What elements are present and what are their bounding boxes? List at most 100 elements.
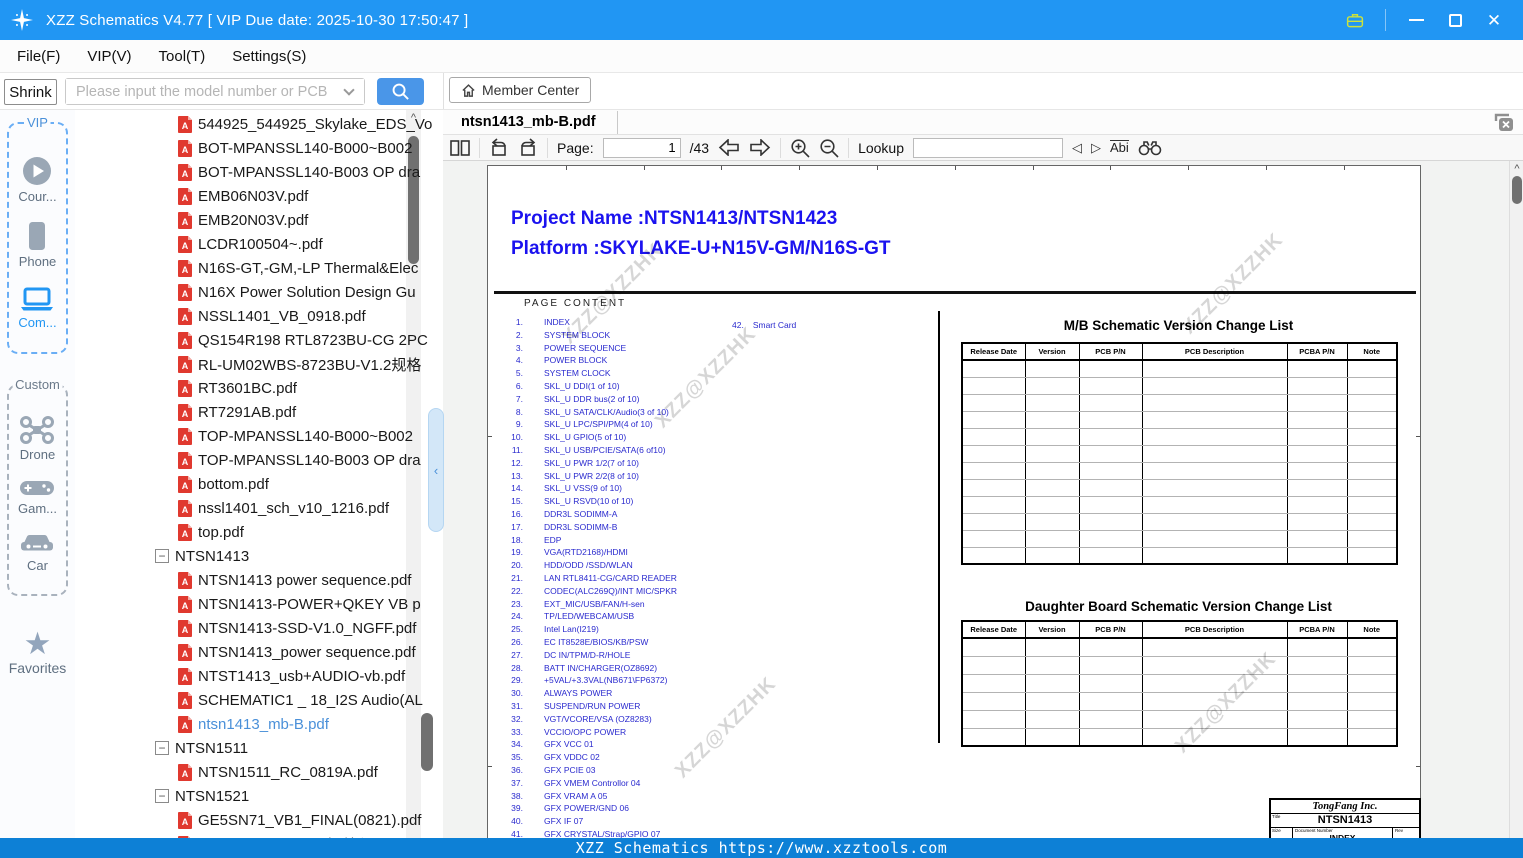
index-row: 26. EC IT8528E/BIOS/KB/PSW [511, 637, 649, 647]
member-center-button[interactable]: Member Center [449, 77, 592, 103]
tree-file[interactable]: A N16S-GT,-GM,-LP Thermal&Elec [178, 256, 418, 280]
tree-file[interactable]: A SCHEMATIC1 _ 18_I2S Audio(AL [178, 688, 423, 712]
rotate-right-icon[interactable] [518, 138, 538, 157]
tree-file[interactable]: A NTSN1413 power sequence.pdf [178, 568, 411, 592]
tree-file[interactable]: A TOP-MPANSSL140-B000~B002 [178, 424, 413, 448]
sidebar-item-favorites[interactable]: ★ Favorites [0, 628, 75, 678]
empty-cell [1287, 728, 1348, 746]
sidebar-item-cour[interactable]: Cour... [18, 155, 57, 204]
sidebar-item-drone[interactable]: Drone [19, 415, 55, 462]
maximize-button[interactable] [1446, 11, 1464, 29]
collapse-toggle-icon[interactable]: − [155, 549, 169, 563]
rotate-left-icon[interactable] [489, 138, 509, 157]
pdf-icon: A [178, 403, 192, 421]
version-table: Release Date Version PCB P/N PCB Descriptio… [961, 620, 1398, 747]
sidebar-item-gam[interactable]: Gam... [18, 477, 57, 516]
tree-file[interactable]: A NTSN1413-SSD-V1.0_NGFF.pdf [178, 616, 416, 640]
pdf-icon: A [178, 379, 192, 397]
tree-file[interactable]: A BOT-MPANSSL140-B003 OP dra [178, 160, 420, 184]
tree-inner-scrollbar-thumb[interactable] [421, 713, 433, 771]
empty-cell [1287, 513, 1348, 531]
index-row: 14. SKL_U VSS(9 of 10) [511, 483, 622, 494]
find-prev-icon[interactable]: ◁ [1072, 140, 1082, 156]
tab-document[interactable]: ntsn1413_mb-B.pdf [461, 114, 596, 130]
page-forward-icon[interactable] [749, 139, 771, 156]
tree-file[interactable]: Atop.pdf [178, 520, 244, 544]
sidebar-item-car[interactable]: Car [19, 531, 55, 573]
find-next-icon[interactable]: ▷ [1091, 140, 1101, 156]
zoom-in-icon[interactable] [790, 138, 810, 158]
menu-item-filef[interactable]: File(F) [17, 48, 60, 65]
tree-file[interactable]: Antsn1413_mb-B.pdf [178, 712, 329, 736]
tree-item-label: NTSN1413-POWER+QKEY VB p [198, 595, 421, 613]
sidebar-collapse-handle[interactable]: ‹ [428, 408, 444, 532]
tree-file[interactable]: A NTST1413_usb+AUDIO-vb.pdf [178, 664, 405, 688]
menu-item-settingss[interactable]: Settings(S) [232, 48, 306, 65]
two-page-view-icon[interactable] [450, 139, 470, 156]
lookup-input[interactable] [913, 137, 1063, 158]
search-input[interactable] [66, 79, 364, 104]
index-row: 32. VGT/VCORE/VSA (OZ8283) [511, 713, 652, 724]
tree-file[interactable]: A N16X Power Solution Design Gu [178, 280, 416, 304]
empty-cell [962, 656, 1026, 675]
tree-folder[interactable]: − NTSN1521 [155, 784, 249, 808]
tree-file[interactable]: Abottom.pdf [178, 472, 269, 496]
tree-file[interactable]: Anssl1401_sch_v10_1216.pdf [178, 496, 389, 520]
tree-file[interactable]: A NTSN1511_RC_0819A.pdf [178, 760, 378, 784]
pdf-scrollbar-thumb[interactable] [1512, 176, 1522, 204]
tree-file[interactable]: A RT3601BC.pdf [178, 376, 297, 400]
tree-file[interactable]: A RT7291AB.pdf [178, 400, 296, 424]
tree-file[interactable]: A NTSN1413_power sequence.pdf [178, 640, 416, 664]
tree-file[interactable]: A BOT-MPANSSL140-B000~B002 [178, 136, 412, 160]
briefcase-icon[interactable] [1346, 11, 1364, 29]
index-row: 28. BATT IN/CHARGER(OZ8692) [511, 662, 658, 673]
tree-file[interactable]: A QS154R198 RTL8723BU-CG 2PC [178, 328, 428, 352]
mb-table-title: M/B Schematic Version Change List [1063, 318, 1294, 333]
tree-file[interactable]: A LCDR100504~.pdf [178, 232, 323, 256]
close-all-tabs-button[interactable] [1493, 113, 1514, 132]
minimize-button[interactable] [1407, 11, 1425, 29]
index-row: 9. SKL_U LPC/SPI/PM(4 of 10) [515, 419, 653, 430]
tree-file[interactable]: A NSSL1401_VB_0918.pdf [178, 304, 366, 328]
tree-file[interactable]: A 544925_544925_Skylake_EDS_Vo [178, 112, 432, 136]
empty-cell [1025, 411, 1080, 429]
tree-file[interactable]: A EMB06N03V.pdf [178, 184, 308, 208]
tree-file[interactable]: A GE5SN71_VB1_FINAL(0821).pdf [178, 808, 421, 832]
zoom-out-icon[interactable] [819, 138, 839, 158]
tree-folder[interactable]: − NTSN1413 [155, 544, 249, 568]
collapse-toggle-icon[interactable]: − [155, 741, 169, 755]
page-back-icon[interactable] [718, 139, 740, 156]
tree-item-label: NTSN1521 [175, 787, 250, 805]
pdf-canvas: Project Name :NTSN1413/NTSN1423 Platform… [443, 161, 1509, 858]
tree-folder[interactable]: − NTSN1511 [155, 736, 248, 760]
index-row: 4. POWER BLOCK [515, 355, 608, 366]
index-row: 25. Intel Lan(I219) [511, 624, 599, 635]
binoculars-icon[interactable] [1138, 139, 1162, 156]
scroll-up-icon[interactable]: ^ [1510, 163, 1523, 175]
gamepad-icon [19, 477, 55, 499]
tree-file[interactable]: A TOP-MPANSSL140-B003 OP dra [178, 448, 421, 472]
db-table-title: Daughter Board Schematic Version Change … [1025, 599, 1332, 614]
sidebar-item-phone[interactable]: Phone [19, 220, 56, 269]
svg-text:A: A [182, 409, 189, 419]
page-number-input[interactable] [602, 137, 681, 158]
search-button[interactable] [377, 78, 424, 105]
menu-item-vipv[interactable]: VIP(V) [87, 48, 131, 65]
model-search-combo[interactable] [65, 78, 365, 105]
pdf-scrollbar[interactable]: ^ [1509, 161, 1523, 858]
empty-cell [1079, 428, 1143, 446]
tree-file[interactable]: A RL-UM02WBS-8723BU-V1.2规格 [178, 352, 421, 376]
match-word-icon[interactable]: Abi [1110, 139, 1129, 156]
shrink-button[interactable]: Shrink [4, 79, 57, 105]
empty-cell [1079, 547, 1143, 564]
tree-file[interactable]: A NTSN1413-POWER+QKEY VB p [178, 592, 421, 616]
menu-item-toolt[interactable]: Tool(T) [159, 48, 206, 65]
empty-cell [962, 547, 1026, 564]
collapse-toggle-icon[interactable]: − [155, 789, 169, 803]
empty-cell [1079, 394, 1143, 412]
close-button[interactable]: ✕ [1485, 11, 1503, 29]
empty-cell [962, 360, 1026, 378]
empty-cell [1142, 462, 1288, 480]
tree-file[interactable]: A EMB20N03V.pdf [178, 208, 308, 232]
sidebar-item-com[interactable]: Com... [18, 286, 57, 330]
